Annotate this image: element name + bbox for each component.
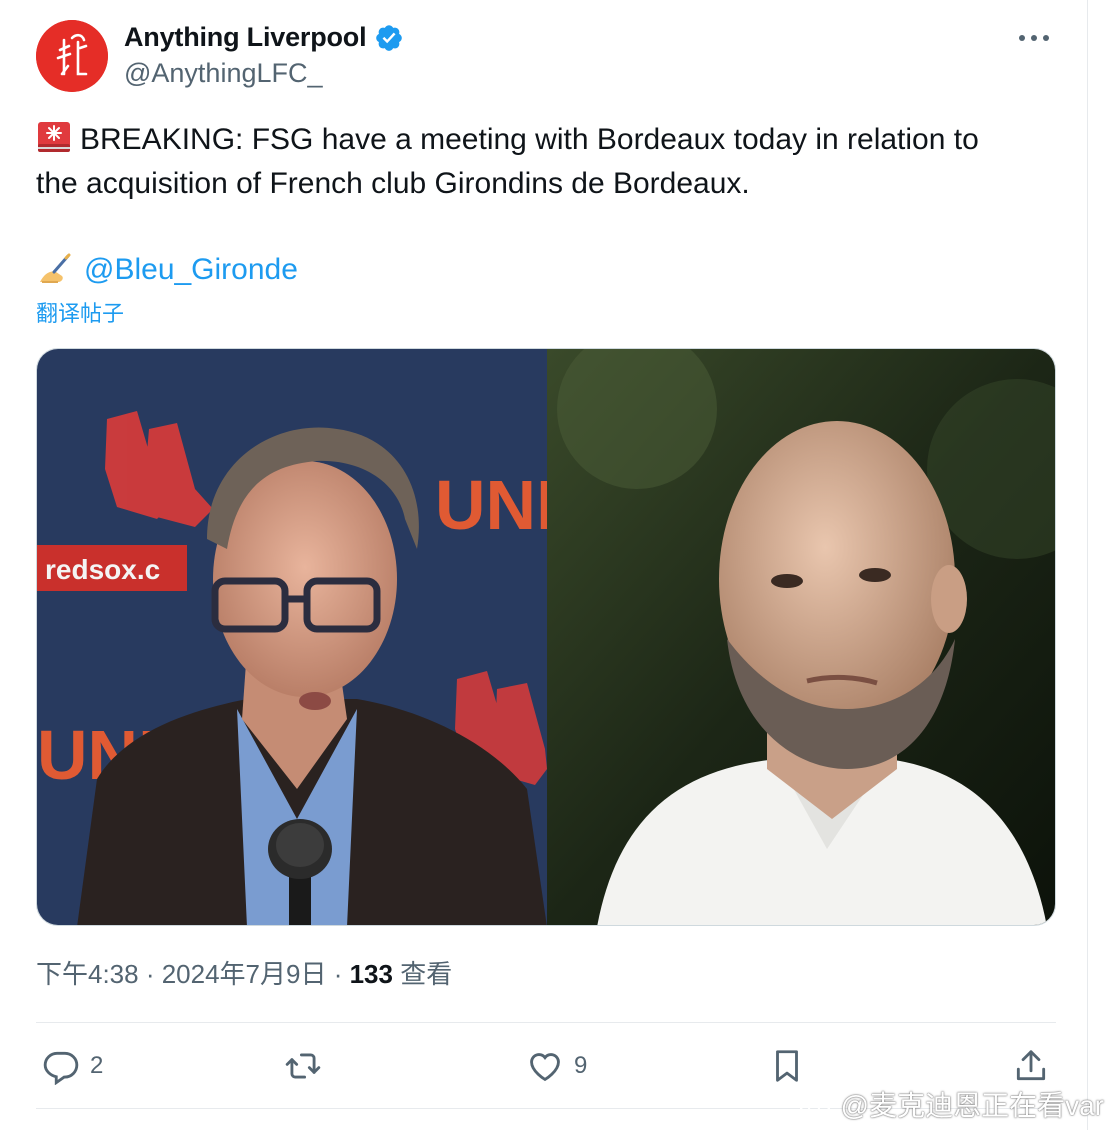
reply-button[interactable]: 2 <box>42 1044 103 1088</box>
mention-link[interactable]: @Bleu_Gironde <box>84 248 298 292</box>
author-name-row[interactable]: Anything Liverpool <box>124 22 404 53</box>
more-dots-icon <box>1019 35 1049 41</box>
reply-count: 2 <box>90 1052 104 1079</box>
tweet-time[interactable]: 下午4:38 <box>36 959 139 989</box>
verified-badge-icon[interactable] <box>374 23 404 53</box>
weibo-logo-icon <box>799 1093 834 1119</box>
liverbird-logo-icon <box>36 20 108 92</box>
meta-separator-2: · <box>326 959 350 989</box>
reply-icon <box>43 1051 79 1085</box>
bookmark-icon <box>776 1050 798 1082</box>
heart-icon <box>530 1053 560 1082</box>
meta-separator-1: · <box>138 959 162 989</box>
retweet-icon <box>285 1053 321 1079</box>
avatar[interactable] <box>36 20 108 92</box>
bookmark-button[interactable] <box>768 1044 806 1088</box>
share-button[interactable] <box>1012 1044 1050 1088</box>
more-options-button[interactable] <box>1014 26 1054 50</box>
watermark-text: @麦克迪恩正在看var <box>840 1090 1104 1121</box>
divider-top <box>36 1022 1056 1023</box>
tweet-text: BREAKING: FSG have a meeting with Bordea… <box>36 118 1066 206</box>
author-handle[interactable]: @AnythingLFC_ <box>124 58 323 89</box>
tweet-date[interactable]: 2024年7月9日 <box>162 959 327 989</box>
media-photo: redsox.c UNK UNK <box>37 349 1055 925</box>
views-count: 133 <box>349 959 393 989</box>
weibo-watermark: @麦克迪恩正在看var <box>797 1084 1104 1124</box>
display-name[interactable]: Anything Liverpool <box>124 22 367 53</box>
retweet-button[interactable] <box>284 1044 332 1088</box>
views-label: 查看 <box>400 959 453 989</box>
tweet-text-line-2: the acquisition of French club Girondins… <box>36 167 750 200</box>
tweet-line-1: BREAKING: FSG have a meeting with Bordea… <box>36 118 1066 162</box>
writing-hand-emoji-icon <box>40 253 71 283</box>
timeline-border <box>1087 0 1088 1130</box>
translate-post-link[interactable]: 翻译帖子 <box>36 296 124 328</box>
tweet-meta: 下午4:38 · 2024年7月9日 · 133 查看 <box>36 954 452 991</box>
tweet-text-line-1: BREAKING: FSG have a meeting with Bordea… <box>80 123 979 156</box>
share-icon <box>1016 1050 1046 1081</box>
rotating-light-emoji-icon <box>38 122 70 152</box>
mention-line: @Bleu_Gironde <box>36 248 298 292</box>
tweet-media-image[interactable]: redsox.c UNK UNK <box>36 348 1056 926</box>
like-button[interactable]: 9 <box>526 1044 587 1088</box>
like-count: 9 <box>574 1052 588 1079</box>
redsox-badge-text: redsox.c <box>45 554 160 585</box>
